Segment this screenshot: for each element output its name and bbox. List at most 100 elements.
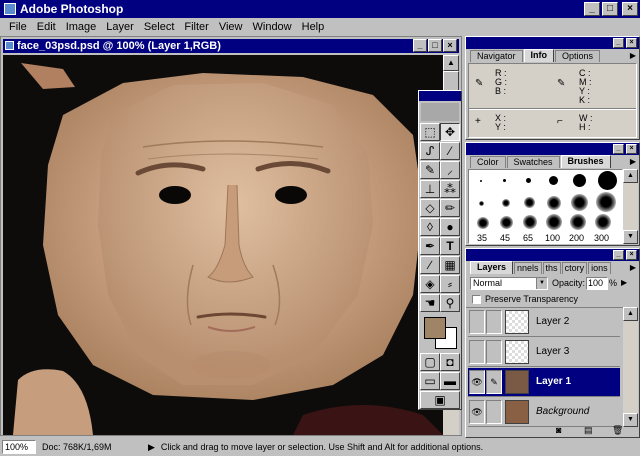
- minimize-button[interactable]: _: [584, 2, 600, 16]
- zoom-level-field[interactable]: 100%: [2, 440, 36, 454]
- move-tool-icon[interactable]: ✥: [440, 123, 460, 141]
- brush-5[interactable]: [526, 178, 531, 183]
- marquee-tool-icon[interactable]: ⬚: [420, 123, 440, 141]
- eyedropper-tool-icon[interactable]: ⸗: [440, 275, 460, 293]
- document-title-bar[interactable]: face_03psd.psd @ 100% (Layer 1,RGB) _ □ …: [3, 39, 459, 53]
- visibility-toggle[interactable]: [469, 310, 485, 334]
- link-toggle[interactable]: [486, 400, 502, 424]
- menu-layer[interactable]: Layer: [101, 21, 139, 33]
- history-brush-tool-icon[interactable]: ⁂: [440, 180, 460, 198]
- brush-soft-5[interactable]: [479, 201, 484, 206]
- zoom-tool-icon[interactable]: ⚲: [440, 294, 460, 312]
- menu-help[interactable]: Help: [297, 21, 330, 33]
- brushes-panel-title-bar[interactable]: _ ×: [466, 143, 639, 155]
- preserve-transparency-checkbox[interactable]: [472, 295, 481, 304]
- tab-color[interactable]: Color: [470, 156, 506, 168]
- chevron-down-icon[interactable]: ▼: [536, 278, 547, 289]
- maximize-button[interactable]: □: [602, 2, 618, 16]
- layers-scroll-up-button[interactable]: ▲: [623, 307, 638, 321]
- new-layer-icon[interactable]: ▤: [584, 425, 593, 436]
- tab-paths[interactable]: ths: [542, 262, 561, 274]
- brushes-panel-minimize-button[interactable]: _: [613, 144, 624, 154]
- lasso-tool-icon[interactable]: ᔑ: [420, 142, 440, 160]
- rubber-stamp-tool-icon[interactable]: ⊥: [420, 180, 440, 198]
- layer-row-layer-1[interactable]: 👁 ✎ Layer 1: [468, 368, 620, 397]
- eraser-tool-icon[interactable]: ◇: [420, 199, 440, 217]
- info-panel-title-bar[interactable]: _ ×: [466, 37, 639, 49]
- visibility-toggle[interactable]: [469, 340, 485, 364]
- blur-tool-icon[interactable]: ◊: [420, 218, 440, 236]
- brush-icon[interactable]: ✎: [486, 370, 502, 394]
- tab-navigator[interactable]: Navigator: [470, 50, 523, 62]
- tab-history[interactable]: ctory: [561, 262, 588, 274]
- layers-panel-minimize-button[interactable]: _: [613, 250, 624, 260]
- brush-3[interactable]: [503, 179, 506, 182]
- menu-window[interactable]: Window: [248, 21, 297, 33]
- type-tool-icon[interactable]: T: [440, 237, 460, 255]
- image-canvas[interactable]: [3, 55, 443, 435]
- brushes-scrollbar[interactable]: ▲ ▼: [623, 169, 638, 244]
- magic-wand-tool-icon[interactable]: ⁄: [440, 142, 460, 160]
- brushes-scroll-down-button[interactable]: ▼: [623, 230, 638, 244]
- trash-icon[interactable]: 🗑: [612, 425, 623, 436]
- menu-view[interactable]: View: [214, 21, 248, 33]
- info-panel-close-button[interactable]: ×: [626, 38, 637, 48]
- tab-actions[interactable]: ions: [588, 262, 611, 274]
- measure-tool-icon[interactable]: ∕: [420, 256, 440, 274]
- brush-soft-27[interactable]: [596, 192, 616, 212]
- layers-menu-arrow-icon[interactable]: ▶: [630, 263, 636, 272]
- quick-mask-mode-icon[interactable]: ◘: [440, 353, 460, 371]
- paint-bucket-tool-icon[interactable]: ◈: [420, 275, 440, 293]
- tab-channels[interactable]: nnels: [514, 262, 542, 274]
- full-screen-icon[interactable]: ▣: [420, 391, 460, 409]
- panel-menu-arrow-icon[interactable]: ▶: [630, 51, 636, 60]
- brush-soft-9[interactable]: [502, 199, 510, 207]
- eye-icon[interactable]: 👁: [469, 370, 485, 394]
- brushes-menu-arrow-icon[interactable]: ▶: [630, 157, 636, 166]
- pencil-tool-icon[interactable]: ✏: [440, 199, 460, 217]
- blend-mode-select[interactable]: Normal ▼: [470, 277, 548, 290]
- new-mask-icon[interactable]: ◙: [556, 425, 561, 435]
- layers-scrollbar[interactable]: ▲ ▼: [623, 307, 638, 427]
- airbrush-tool-icon[interactable]: ✎: [420, 161, 440, 179]
- brush-1[interactable]: [480, 180, 482, 182]
- brush-soft-13[interactable]: [524, 197, 535, 208]
- tab-layers[interactable]: Layers: [470, 261, 514, 274]
- brush-soft-65[interactable]: [523, 215, 537, 229]
- gradient-tool-icon[interactable]: ▦: [440, 256, 460, 274]
- layer-row-layer-3[interactable]: Layer 3: [468, 338, 620, 367]
- foreground-color-swatch[interactable]: [424, 317, 446, 339]
- dodge-tool-icon[interactable]: ●: [440, 218, 460, 236]
- layer-row-background[interactable]: 👁 Background: [468, 398, 620, 427]
- link-toggle[interactable]: [486, 310, 502, 334]
- brush-19[interactable]: [598, 171, 617, 190]
- doc-minimize-button[interactable]: _: [413, 39, 427, 52]
- scroll-thumb[interactable]: [443, 71, 459, 91]
- layer-row-layer-2[interactable]: Layer 2: [468, 308, 620, 337]
- brush-soft-17[interactable]: [547, 196, 561, 210]
- doc-maximize-button[interactable]: □: [428, 39, 442, 52]
- opacity-arrow-icon[interactable]: ▶: [621, 278, 627, 287]
- layers-panel-title-bar[interactable]: _ ×: [466, 249, 639, 261]
- tab-options[interactable]: Options: [555, 50, 601, 62]
- status-menu-arrow-icon[interactable]: ▶: [148, 442, 155, 453]
- menu-filter[interactable]: Filter: [179, 21, 213, 33]
- standard-screen-icon[interactable]: ▭: [420, 372, 440, 390]
- brushes-panel-close-button[interactable]: ×: [626, 144, 637, 154]
- brush-soft-100[interactable]: [546, 214, 562, 230]
- brush-soft-21[interactable]: [571, 194, 588, 211]
- scroll-up-button[interactable]: ▲: [443, 55, 459, 71]
- brush-soft-35[interactable]: [477, 217, 489, 229]
- brush-soft-300[interactable]: [595, 214, 611, 230]
- standard-mode-icon[interactable]: ▢: [420, 353, 440, 371]
- hand-tool-icon[interactable]: ☚: [420, 294, 440, 312]
- tab-swatches[interactable]: Swatches: [506, 156, 560, 168]
- info-panel-minimize-button[interactable]: _: [613, 38, 624, 48]
- doc-close-button[interactable]: ×: [443, 39, 457, 52]
- opacity-input[interactable]: 100: [586, 277, 608, 290]
- close-button[interactable]: ×: [622, 2, 638, 16]
- menu-select[interactable]: Select: [139, 21, 180, 33]
- brush-soft-200[interactable]: [570, 214, 586, 230]
- link-toggle[interactable]: [486, 340, 502, 364]
- pen-tool-icon[interactable]: ✒: [420, 237, 440, 255]
